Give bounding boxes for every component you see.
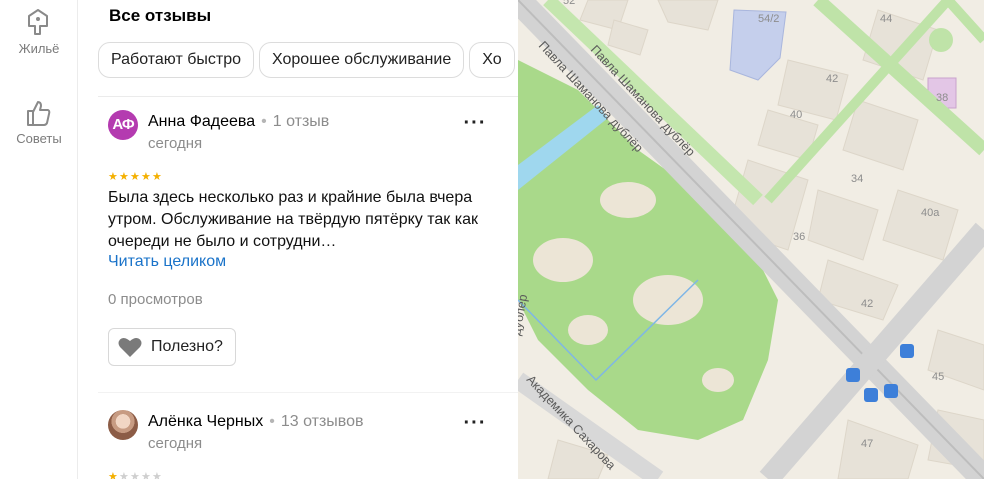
rail-item-housing[interactable]: Жильё: [0, 8, 78, 56]
views-count: 0 просмотров: [108, 291, 203, 308]
review-author: Анна Фадеева • 1 отзыв: [148, 113, 330, 130]
heart-icon: [118, 338, 142, 357]
review-date: сегодня: [148, 135, 203, 152]
read-more-link[interactable]: Читать целиком: [108, 253, 226, 271]
svg-text:52: 52: [563, 0, 575, 7]
review-date: сегодня: [148, 435, 203, 452]
svg-text:38: 38: [936, 92, 948, 104]
divider: [98, 96, 518, 97]
review-text: Была здесь несколько раз и крайние была …: [108, 189, 478, 250]
review-author: Алёнка Черных • 13 отзывов: [148, 413, 364, 430]
svg-text:36: 36: [793, 231, 805, 243]
avatar[interactable]: АФ: [108, 110, 138, 140]
author-name[interactable]: Анна Фадеева: [148, 113, 255, 130]
svg-text:42: 42: [861, 298, 873, 310]
svg-text:42: 42: [826, 73, 838, 85]
rail-item-label: Жильё: [18, 41, 60, 56]
svg-text:40а: 40а: [921, 207, 940, 219]
more-options-button[interactable]: ···: [462, 413, 488, 436]
author-name[interactable]: Алёнка Черных: [148, 413, 263, 430]
map[interactable]: 54/2 44 42 38 40 34 40а 36 42 45 47 52 П…: [518, 0, 984, 479]
panel-title: Все отзывы: [109, 6, 212, 25]
more-options-button[interactable]: ···: [462, 113, 488, 136]
useful-label: Полезно?: [151, 338, 223, 355]
house-question-icon: [28, 9, 48, 35]
author-review-count: 1 отзыв: [272, 113, 330, 130]
useful-button[interactable]: Полезно?: [108, 328, 236, 366]
review-card: Алёнка Черных • 13 отзывов сегодня ··· ★★★…: [108, 410, 508, 479]
app-root: Жильё Советы Все отзывы Работают быстро Х…: [0, 0, 984, 479]
author-review-count: 13 отзывов: [280, 413, 364, 430]
chip-fast[interactable]: Работают быстро: [98, 42, 255, 78]
rail-item-tips[interactable]: Советы: [0, 98, 78, 146]
left-rail: Жильё Советы: [0, 0, 78, 479]
svg-text:45: 45: [932, 371, 944, 383]
chip-good-service[interactable]: Хорошее обслуживание: [259, 42, 465, 78]
svg-text:44: 44: [880, 13, 892, 25]
rating-stars: ★★★★★: [108, 471, 162, 479]
map-canvas: 54/2 44 42 38 40 34 40а 36 42 45 47 52 П…: [518, 0, 984, 479]
avatar[interactable]: [108, 410, 138, 440]
thumbs-up-icon: [27, 101, 51, 126]
review-card: АФ Анна Фадеева • 1 отзыв сегодня ··· ★★★★…: [108, 110, 508, 380]
svg-text:34: 34: [851, 173, 863, 185]
svg-text:54/2: 54/2: [758, 13, 779, 25]
filter-chips: Работают быстро Хорошее обслуживание Хо: [98, 42, 518, 80]
divider: [98, 392, 518, 393]
reviews-panel: Все отзывы Работают быстро Хорошее обслуж…: [79, 0, 518, 479]
svg-text:47: 47: [861, 438, 873, 450]
svg-text:40: 40: [790, 109, 802, 121]
rail-item-label: Советы: [16, 131, 62, 146]
chip-partial[interactable]: Хо: [469, 42, 515, 78]
rating-stars: ★★★★★: [108, 171, 162, 183]
